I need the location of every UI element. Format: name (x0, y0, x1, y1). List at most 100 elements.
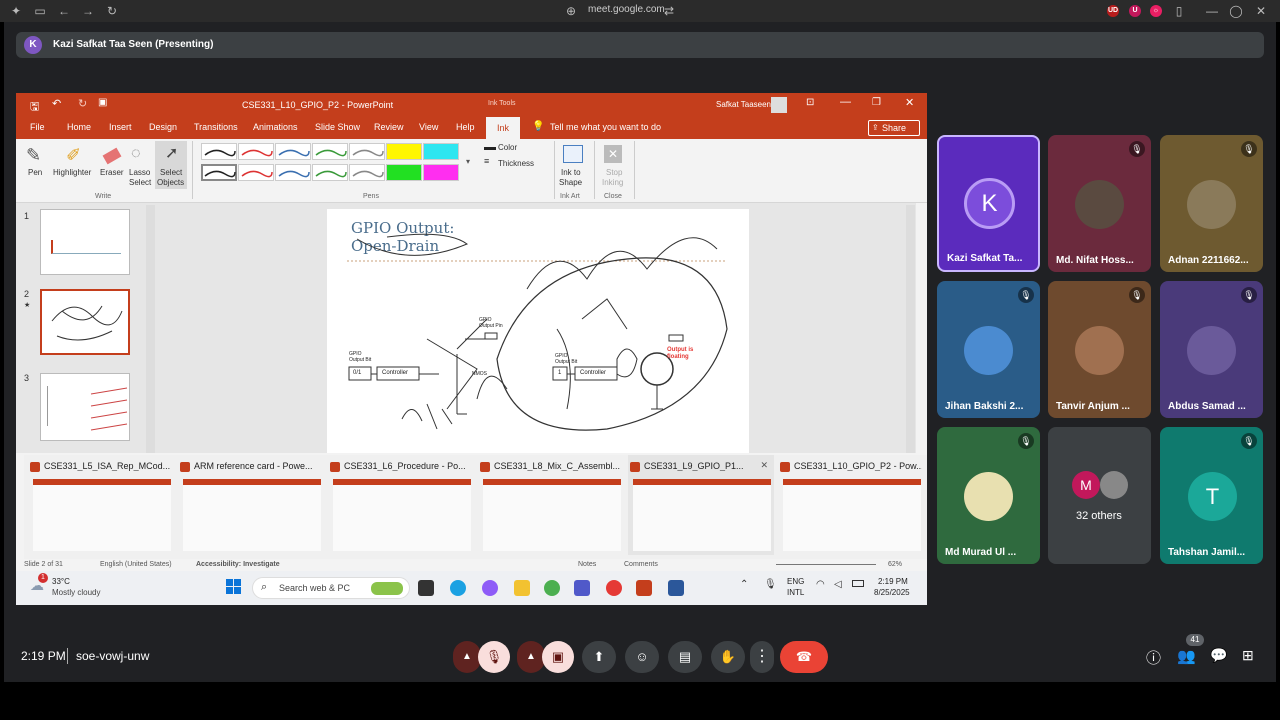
tune-icon[interactable]: ⇄ (662, 4, 676, 18)
taskbar-search[interactable]: ⌕ Search web & PC (252, 577, 410, 599)
close-preview-icon[interactable]: ✕ (760, 460, 768, 471)
window-preview[interactable]: CSE331_L5_ISA_Rep_MCod... (28, 455, 174, 555)
mic-off-button[interactable]: 🎙 (478, 641, 510, 673)
extension-dev-icon[interactable]: ☼ (1150, 5, 1162, 17)
video-options-button[interactable]: ▲ (517, 641, 545, 673)
tab-ink[interactable]: Ink (486, 117, 520, 139)
accessibility-status[interactable]: Accessibility: Investigate (196, 561, 280, 568)
present-icon[interactable]: ▣ (98, 97, 107, 108)
taskview-icon[interactable] (418, 580, 434, 596)
tray-chevron-icon[interactable]: ⌃ (740, 579, 748, 590)
pen-icon[interactable]: ✎ (26, 145, 41, 166)
powerpoint-taskbar-icon[interactable] (636, 580, 652, 596)
participants-overflow-tile[interactable]: M 32 others (1048, 427, 1151, 564)
participant-tile[interactable]: 🎙 Abdus Samad ... (1160, 281, 1263, 418)
pp-close-icon[interactable]: ✕ (905, 96, 914, 109)
tab-home[interactable]: Home (67, 122, 91, 132)
eraser-icon[interactable] (102, 147, 122, 165)
pp-restore-icon[interactable]: ❐ (872, 97, 881, 108)
stop-inking-icon[interactable]: ✕ (604, 145, 622, 163)
battery-icon[interactable] (852, 580, 864, 587)
window-preview[interactable]: CSE331_L9_GPIO_P1... ✕ (628, 455, 774, 555)
extensions-icon[interactable]: ✦ (9, 4, 23, 18)
thickness-label[interactable]: Thickness (498, 159, 534, 168)
more-options-button[interactable]: ⋮ (750, 641, 774, 673)
copilot-icon[interactable] (482, 580, 498, 596)
participant-tile[interactable]: 🎙 Tanvir Anjum ... (1048, 281, 1151, 418)
present-button[interactable]: ⬆ (582, 641, 616, 673)
tab-help[interactable]: Help (456, 122, 475, 132)
emoji-button[interactable]: ☺ (625, 641, 659, 673)
participant-tile[interactable]: 🎙 Md Murad Ul ... (937, 427, 1040, 564)
raise-hand-button[interactable]: ✋ (711, 641, 745, 673)
redo-icon[interactable]: ↻ (78, 97, 87, 110)
captions-button[interactable]: ▤ (668, 641, 702, 673)
tab-view[interactable]: View (419, 122, 438, 132)
window-preview[interactable]: CSE331_L6_Procedure - Po... (328, 455, 474, 555)
comments-button[interactable]: Comments (624, 561, 658, 568)
zoom-slider[interactable] (776, 564, 876, 565)
window-preview[interactable]: CSE331_L8_Mix_C_Assembl... (478, 455, 624, 555)
tab-slideshow[interactable]: Slide Show (315, 122, 360, 132)
microphone-tray-icon[interactable]: 🎙 (764, 579, 777, 590)
tab-transitions[interactable]: Transitions (194, 122, 238, 132)
lang-2[interactable]: INTL (787, 588, 804, 597)
extension-ud-icon[interactable]: UD (1107, 5, 1119, 17)
tab-animations[interactable]: Animations (253, 122, 298, 132)
save-icon[interactable]: 🖫 (30, 98, 39, 117)
pp-minimize-icon[interactable]: — (840, 96, 851, 108)
participant-tile[interactable]: 🎙 T Tahshan Jamil... (1160, 427, 1263, 564)
info-icon[interactable]: ⓘ (1146, 647, 1161, 668)
word-taskbar-icon[interactable] (668, 580, 684, 596)
participant-tile[interactable]: 🎙 Md. Nifat Hoss... (1048, 135, 1151, 272)
chat-icon[interactable]: 💬 (1210, 647, 1227, 664)
undo-icon[interactable]: ↶ (52, 97, 61, 110)
slide-thumbnail-2[interactable] (40, 289, 130, 355)
highlighter-icon[interactable]: ✐ (66, 145, 81, 166)
participant-tile[interactable]: 🎙 Adnan 2211662... (1160, 135, 1263, 272)
lang-1[interactable]: ENG (787, 577, 804, 586)
leave-call-button[interactable]: ☎ (780, 641, 828, 673)
windows-start-icon[interactable] (226, 579, 242, 595)
wifi-icon[interactable]: ◠ (816, 579, 825, 590)
participant-tile[interactable]: K Kazi Safkat Ta... (937, 135, 1040, 272)
color-label[interactable]: Color (498, 143, 517, 152)
window-preview[interactable]: ARM reference card - Powe... (178, 455, 324, 555)
tab-insert[interactable]: Insert (109, 122, 132, 132)
thumbs-scrollbar[interactable] (146, 205, 155, 453)
minimize-icon[interactable]: — (1205, 4, 1219, 18)
tell-me-search[interactable]: Tell me what you want to do (550, 122, 661, 132)
activities-icon[interactable]: ⊞ (1242, 647, 1254, 664)
taskbar-time[interactable]: 2:19 PM (878, 577, 908, 586)
color-icon[interactable] (484, 144, 496, 150)
chrome-icon[interactable] (544, 580, 560, 596)
slide-scrollbar[interactable] (906, 205, 915, 453)
share-button[interactable]: ⇪ Share (868, 120, 920, 136)
slide-thumbnail-1[interactable] (40, 209, 130, 275)
user-avatar[interactable] (771, 97, 787, 113)
pens-more-icon[interactable]: ▾ (466, 157, 470, 166)
lasso-icon[interactable]: ◌ (131, 145, 141, 163)
tab-design[interactable]: Design (149, 122, 177, 132)
close-icon[interactable]: ✕ (1254, 4, 1268, 18)
reload-icon[interactable]: ↻ (105, 4, 119, 18)
edge-icon[interactable] (450, 580, 466, 596)
current-slide[interactable]: GPIO Output: Open-Drain GPIO Output Bit … (327, 209, 749, 453)
sidepanel-icon[interactable]: ▯ (1172, 4, 1186, 18)
volume-icon[interactable]: ◁ (834, 579, 842, 590)
chrome-profile-icon[interactable] (606, 580, 622, 596)
language-status[interactable]: English (United States) (100, 561, 172, 568)
notes-button[interactable]: Notes (578, 561, 596, 568)
ink-to-shape-icon[interactable] (563, 145, 583, 163)
sidebar-icon[interactable]: ▭ (33, 4, 47, 18)
people-icon[interactable]: 👥 (1177, 647, 1196, 665)
teams-icon[interactable] (574, 580, 590, 596)
zoom-level[interactable]: 62% (888, 561, 902, 568)
forward-icon[interactable]: → (81, 4, 95, 18)
extension-u-icon[interactable]: U (1129, 5, 1141, 17)
file-explorer-icon[interactable] (514, 580, 530, 596)
taskbar-date[interactable]: 8/25/2025 (874, 588, 910, 597)
participant-tile[interactable]: 🎙 Jihan Bakshi 2... (937, 281, 1040, 418)
slide-thumbnail-3[interactable] (40, 373, 130, 441)
audio-options-button[interactable]: ▲ (453, 641, 481, 673)
